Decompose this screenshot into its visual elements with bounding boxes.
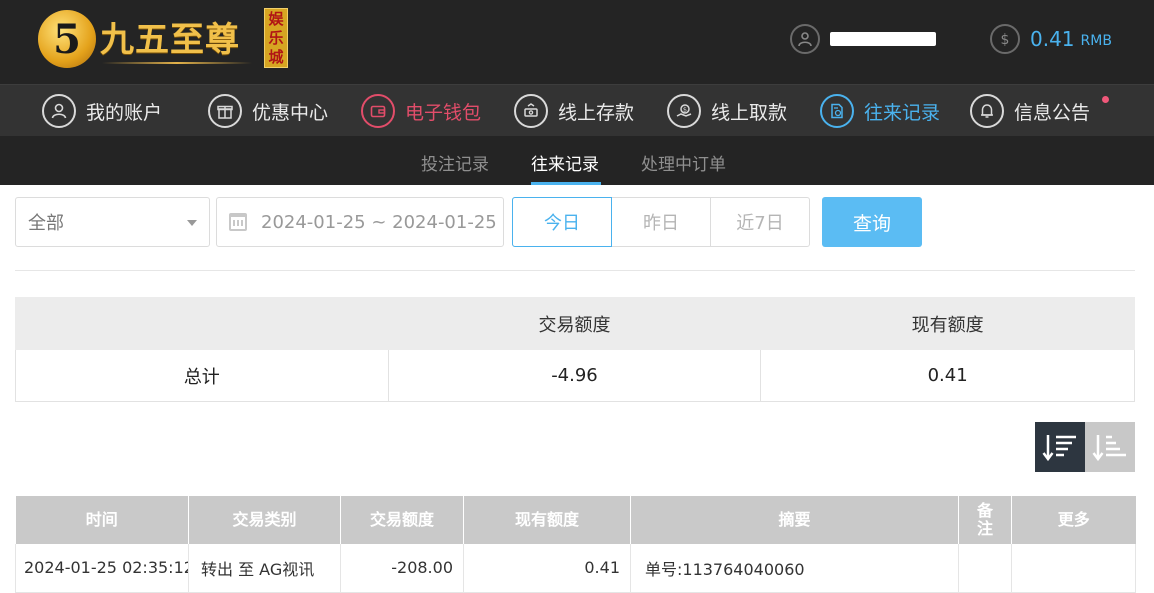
cell-summary: 单号:113764040060 (630, 544, 959, 593)
summary-total-balance: 0.41 (760, 349, 1135, 402)
sort-desc-icon (1042, 435, 1076, 462)
summary-table: 交易额度 现有额度 总计 -4.96 0.41 (15, 297, 1135, 402)
user-circle-icon (42, 94, 76, 128)
nav-my-account[interactable]: 我的账户 (42, 94, 162, 128)
username-redacted (830, 32, 936, 46)
cell-balance: 0.41 (463, 544, 631, 593)
tab-transaction-records[interactable]: 往来记录 (531, 150, 599, 175)
records-header-row: 时间 交易类别 交易额度 现有额度 摘要 备注 更多 (15, 496, 1136, 544)
logo-ornament (102, 62, 252, 64)
record-icon (820, 94, 854, 128)
balance-unit: RMB (1080, 33, 1112, 49)
sort-ascending-button[interactable] (1085, 422, 1135, 472)
col-header-note: 备注 (958, 496, 1012, 544)
type-select[interactable]: 全部 (15, 197, 210, 247)
quick-range-group: 今日 昨日 近7日 (512, 197, 810, 247)
range-today-button[interactable]: 今日 (512, 197, 612, 247)
divider (15, 270, 1135, 271)
range-yesterday-button[interactable]: 昨日 (612, 198, 711, 246)
cell-note (958, 544, 1012, 593)
gift-icon (208, 94, 242, 128)
logo-name: 九五至尊 (100, 20, 240, 60)
chevron-down-icon (187, 220, 197, 226)
summary-total-amount: -4.96 (387, 349, 762, 402)
nav-announcements[interactable]: 信息公告 (970, 94, 1090, 128)
logo-tag: 娱乐城 (264, 8, 288, 68)
top-header: 5 九五至尊 娱乐城 $ 0.41 RMB (0, 0, 1154, 84)
col-header-balance: 现有额度 (463, 496, 631, 544)
col-header-summary: 摘要 (630, 496, 959, 544)
nav-label: 往来记录 (864, 101, 941, 124)
cell-type: 转出 至 AG视讯 (188, 544, 341, 593)
nav-label: 我的账户 (86, 101, 163, 124)
svg-text:$: $ (1001, 32, 1010, 47)
wallet-icon (361, 94, 395, 128)
user-icon (790, 24, 820, 54)
nav-label: 信息公告 (1014, 101, 1091, 124)
summary-header-amount: 交易额度 (387, 297, 762, 350)
range-7days-button[interactable]: 近7日 (711, 198, 809, 246)
nav-label: 优惠中心 (252, 101, 329, 124)
date-range-input[interactable]: 2024-01-25 ~ 2024-01-25 (216, 197, 504, 247)
nav-label: 线上取款 (711, 101, 788, 124)
col-header-more: 更多 (1011, 496, 1136, 544)
tab-pending-orders[interactable]: 处理中订单 (641, 150, 726, 175)
main-nav: 我的账户 优惠中心 电子钱包 线上存款 $ 线上取款 往来记录 信息公告 (0, 84, 1154, 136)
user-info[interactable] (790, 24, 936, 54)
cell-time: 2024-01-25 02:35:12 (15, 544, 189, 593)
summary-header-balance: 现有额度 (760, 297, 1135, 350)
cell-amount: -208.00 (340, 544, 464, 593)
tab-bet-records[interactable]: 投注记录 (421, 150, 489, 175)
withdraw-icon: $ (667, 94, 701, 128)
nav-e-wallet[interactable]: 电子钱包 (361, 94, 481, 128)
date-range-value: 2024-01-25 ~ 2024-01-25 (261, 211, 497, 233)
summary-header-row: 交易额度 现有额度 (15, 297, 1135, 350)
svg-text:$: $ (683, 106, 687, 114)
summary-total-row: 总计 -4.96 0.41 (15, 349, 1135, 402)
calendar-icon (229, 213, 247, 231)
nav-label: 电子钱包 (405, 101, 482, 124)
table-row: 2024-01-25 02:35:12 转出 至 AG视讯 -208.00 0.… (15, 544, 1136, 593)
notification-dot (1102, 96, 1109, 103)
logo-badge: 5 (38, 10, 96, 68)
nav-promotions[interactable]: 优惠中心 (208, 94, 328, 128)
balance-value: 0.41 (1030, 27, 1075, 51)
records-table: 时间 交易类别 交易额度 现有额度 摘要 备注 更多 2024-01-25 02… (15, 496, 1136, 593)
summary-header-blank (15, 297, 389, 350)
col-header-time: 时间 (15, 496, 189, 544)
type-select-value: 全部 (28, 213, 64, 234)
cell-more[interactable] (1011, 544, 1136, 593)
sort-descending-button[interactable] (1035, 422, 1085, 472)
sort-asc-icon (1092, 435, 1126, 462)
nav-label: 线上存款 (558, 101, 635, 124)
col-header-type: 交易类别 (188, 496, 341, 544)
active-tab-indicator (531, 182, 601, 185)
dollar-icon: $ (990, 24, 1020, 54)
col-header-note-text: 备注 (976, 501, 993, 538)
sub-nav: 投注记录 往来记录 处理中订单 (0, 136, 1154, 185)
col-header-amount: 交易额度 (340, 496, 464, 544)
balance-display: $ 0.41 RMB (990, 24, 1112, 54)
nav-online-deposit[interactable]: 线上存款 (514, 94, 634, 128)
nav-transaction-records[interactable]: 往来记录 (820, 94, 940, 128)
bell-icon (970, 94, 1004, 128)
query-button[interactable]: 查询 (822, 197, 922, 247)
summary-total-label: 总计 (15, 349, 389, 402)
nav-online-withdraw[interactable]: $ 线上取款 (667, 94, 787, 128)
site-logo[interactable]: 5 九五至尊 娱乐城 (38, 6, 290, 70)
deposit-icon (514, 94, 548, 128)
